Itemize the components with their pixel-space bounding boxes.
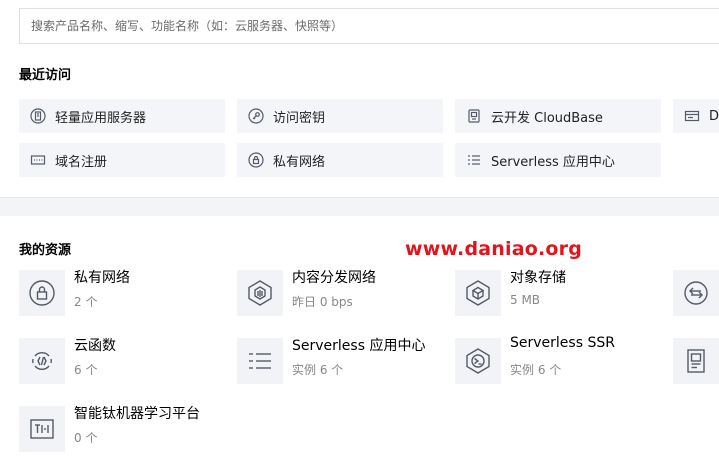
transfer-icon (673, 270, 719, 316)
recent-title: 最近访问 (19, 68, 72, 83)
resources-panel: 我的资源 私有网络 2 个 内容分发网络 昨日 0 bps 对象存储 5 MB … (0, 216, 719, 462)
resource-name: 私有网络 (74, 270, 130, 286)
vpc-icon (248, 152, 264, 168)
resource-value: 2 个 (74, 295, 98, 309)
recent-item-lighthouse[interactable]: 轻量应用服务器 (19, 99, 225, 133)
recent-item-label: 域名注册 (55, 154, 108, 170)
resource-name: 智能钛机器学习平台 (74, 406, 200, 422)
search-box[interactable] (19, 8, 719, 44)
recent-item-cloudbase[interactable]: 云开发 CloudBase (455, 99, 661, 133)
resource-name: Serverless 应用中心 (292, 338, 426, 354)
cloudbase-icon (466, 108, 482, 124)
ti-icon (19, 406, 65, 452)
resource-value: 6 个 (74, 363, 98, 377)
recent-item-vpc[interactable]: 私有网络 (237, 143, 443, 177)
resource-value: 5 MB (510, 293, 541, 307)
lighthouse-icon (30, 108, 46, 124)
resource-serverless[interactable]: Serverless 应用中心 实例 6 个 (237, 335, 447, 389)
resource-vpc[interactable]: 私有网络 2 个 (19, 267, 229, 321)
key-icon (248, 108, 264, 124)
recent-item-domain[interactable]: 域名注册 (19, 143, 225, 177)
recent-item-label: 云开发 CloudBase (491, 110, 603, 126)
search-input[interactable] (20, 9, 719, 43)
recent-item-label: 轻量应用服务器 (55, 110, 147, 126)
domain-icon (30, 152, 46, 168)
resource-value: 实例 6 个 (292, 363, 344, 377)
resource-ti[interactable]: 智能钛机器学习平台 0 个 (19, 403, 229, 457)
resource-cdn[interactable]: 内容分发网络 昨日 0 bps (237, 267, 447, 321)
recent-item-label: Dl (709, 108, 719, 124)
document-icon (673, 338, 719, 384)
list-icon (237, 338, 283, 384)
recent-item-label: Serverless 应用中心 (491, 154, 615, 170)
resource-value: 实例 6 个 (510, 363, 562, 377)
recent-item-label: 访问密钥 (273, 110, 326, 126)
recent-item-serverless[interactable]: Serverless 应用中心 (455, 143, 661, 177)
resource-name: 对象存储 (510, 270, 566, 286)
resource-scf[interactable]: 云函数 6 个 (19, 335, 229, 389)
resource-value: 昨日 0 bps (292, 295, 353, 309)
recent-item-label: 私有网络 (273, 154, 326, 170)
resource-cos[interactable]: 对象存储 5 MB (455, 267, 665, 321)
dns-icon (684, 108, 700, 124)
resource-ssr[interactable]: Serverless SSR 实例 6 个 (455, 335, 665, 389)
recent-item-key[interactable]: 访问密钥 (237, 99, 443, 133)
resource-name: Serverless SSR (510, 335, 615, 351)
watermark-text: www.daniao.org (405, 238, 583, 260)
cdn-icon (237, 270, 283, 316)
list-icon (466, 152, 482, 168)
resources-title: 我的资源 (19, 243, 72, 258)
scf-icon (19, 338, 65, 384)
resource-name: 内容分发网络 (292, 270, 376, 286)
recent-panel: 最近访问 轻量应用服务器 访问密钥 云开发 CloudBase Dl 域名注册 (0, 0, 719, 198)
ssr-icon (455, 338, 501, 384)
resource-transfer[interactable] (673, 267, 719, 321)
resource-value: 0 个 (74, 431, 98, 445)
cos-icon (455, 270, 501, 316)
resource-document[interactable] (673, 335, 719, 389)
recent-item-dns[interactable]: Dl (673, 99, 719, 133)
resource-name: 云函数 (74, 338, 116, 354)
vpc-icon (19, 270, 65, 316)
